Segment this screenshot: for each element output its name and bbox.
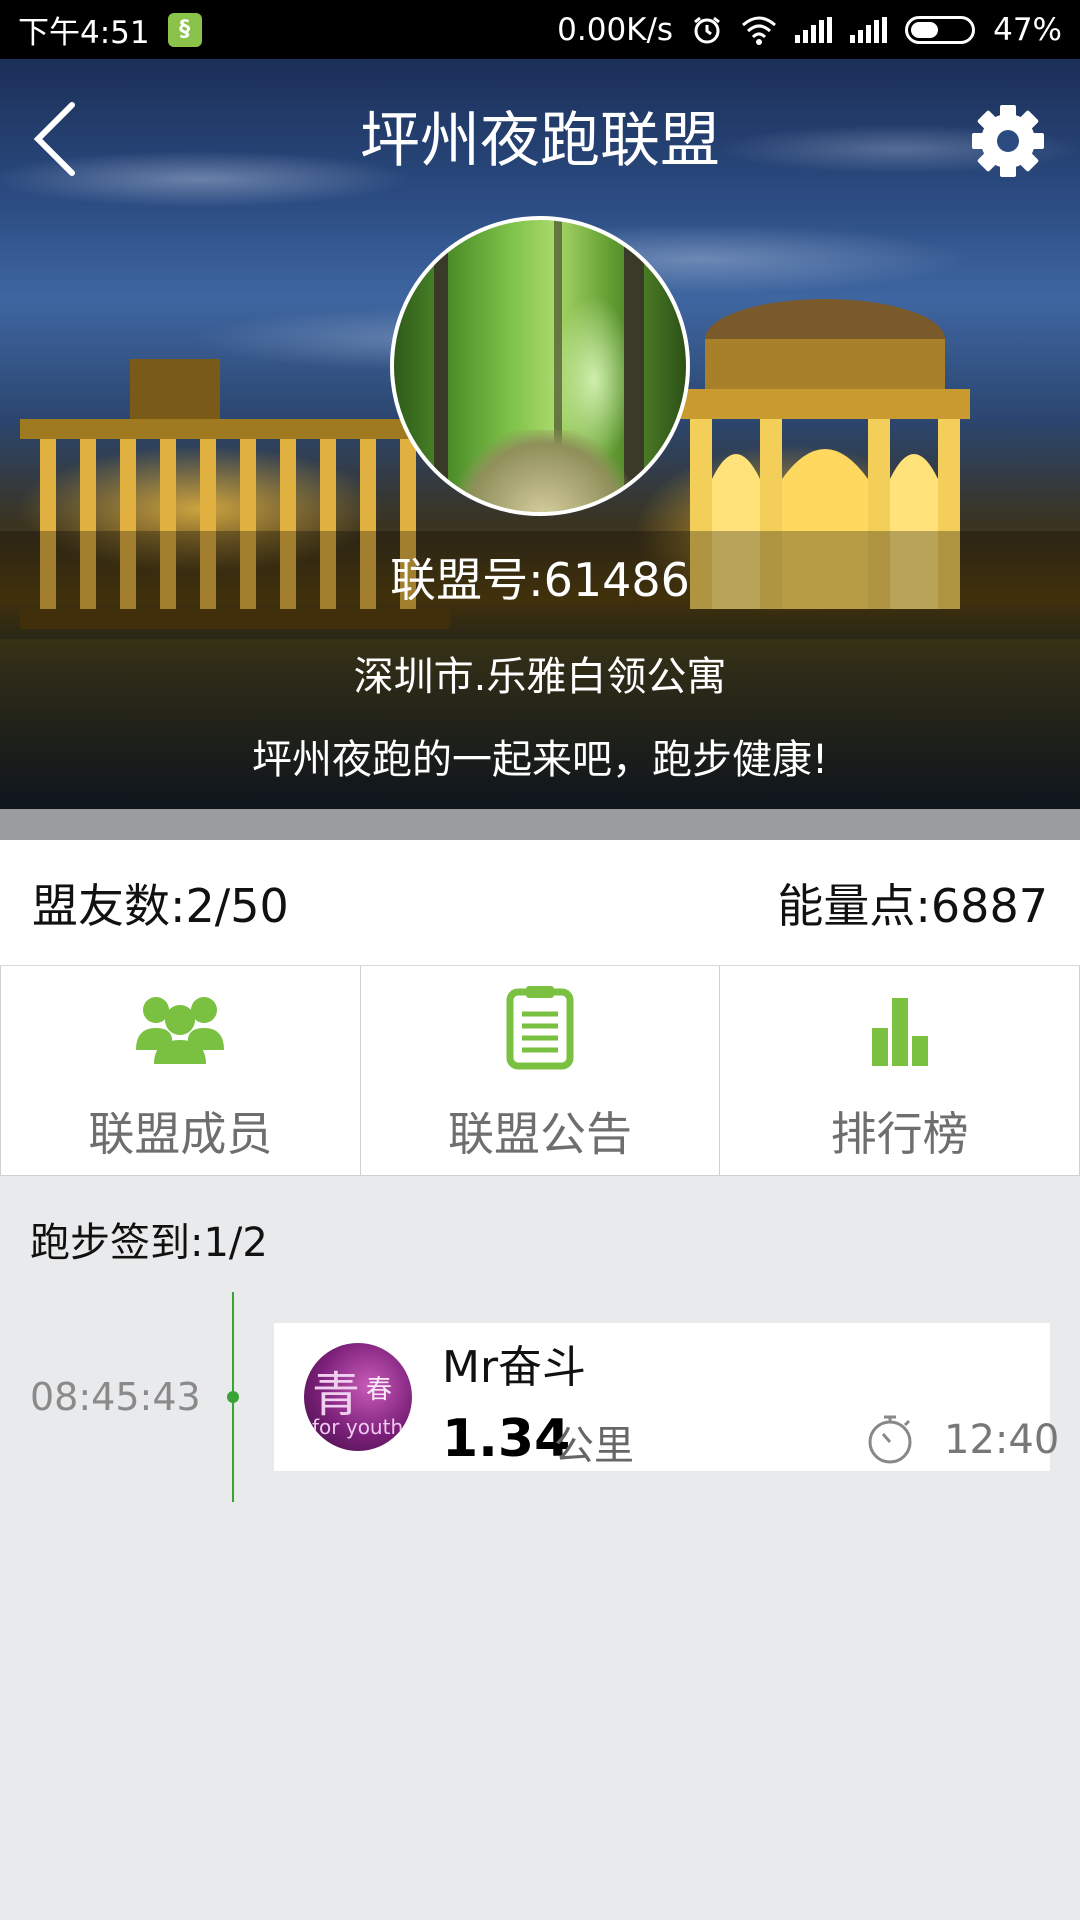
section-divider (0, 809, 1080, 840)
stats-row: 盟友数:2/50 能量点:6887 (0, 840, 1080, 966)
avatar-text-small: 春 (366, 1375, 393, 1405)
members-icon (136, 997, 225, 1064)
announcement-icon (506, 986, 574, 1070)
signal-icon-2 (850, 16, 888, 43)
status-time: 下午4:51 (18, 15, 150, 51)
energy-points: 能量点:6887 (777, 878, 1048, 933)
alarm-icon (694, 16, 721, 43)
wifi-icon (742, 16, 777, 45)
run-distance-unit: 公里 (554, 1423, 634, 1469)
battery-icon (905, 15, 976, 44)
league-slogan: 坪州夜跑的一起来吧，跑步健康! (251, 737, 829, 783)
timeline-dot (227, 1391, 239, 1403)
run-duration: 12:40 (944, 1417, 1060, 1463)
member-count: 盟友数:2/50 (32, 878, 289, 933)
status-bar: 下午4:51 § 0.00K/s 47% (0, 0, 1080, 59)
menu-announcement[interactable]: 联盟公告 (359, 966, 720, 1175)
network-speed: 0.00K/s (557, 11, 674, 48)
user-name: Mr奋斗 (442, 1342, 587, 1393)
gear-icon[interactable] (968, 101, 1048, 181)
menu-leaderboard-label: 排行榜 (830, 1107, 969, 1161)
avatar-text-sub: for youth (312, 1415, 404, 1439)
battery-percent: 47% (993, 11, 1062, 48)
leaderboard-icon (871, 998, 928, 1066)
league-id: 联盟号:61486 (390, 553, 690, 607)
menu-members-label: 联盟成员 (88, 1107, 273, 1161)
user-avatar[interactable]: 青 春 for youth (304, 1343, 412, 1451)
checkin-time: 08:45:43 (30, 1375, 201, 1419)
run-distance: 1.34 (442, 1409, 571, 1469)
feature-menu: 联盟成员 联盟公告 排行榜 (0, 966, 1080, 1176)
league-address: 深圳市.乐雅白领公寓 (353, 654, 727, 700)
menu-announcement-label: 联盟公告 (448, 1107, 632, 1161)
league-banner: 坪州夜跑联盟 联盟号:61486 深圳市.乐雅白领公寓 坪州夜跑的一起来吧，跑步… (0, 59, 1080, 809)
checkin-title: 跑步签到:1/2 (30, 1220, 268, 1266)
page-title: 坪州夜跑联盟 (360, 106, 720, 176)
signal-icon (795, 16, 833, 43)
menu-leaderboard[interactable]: 排行榜 (719, 966, 1080, 1175)
menu-members[interactable]: 联盟成员 (0, 966, 360, 1175)
checkin-record-card[interactable]: 青 春 for youth Mr奋斗 1.34 公里 12:40 (274, 1323, 1059, 1471)
stopwatch-icon (868, 1415, 912, 1464)
league-avatar[interactable] (390, 216, 690, 516)
app-notification-icon: § (167, 12, 202, 47)
